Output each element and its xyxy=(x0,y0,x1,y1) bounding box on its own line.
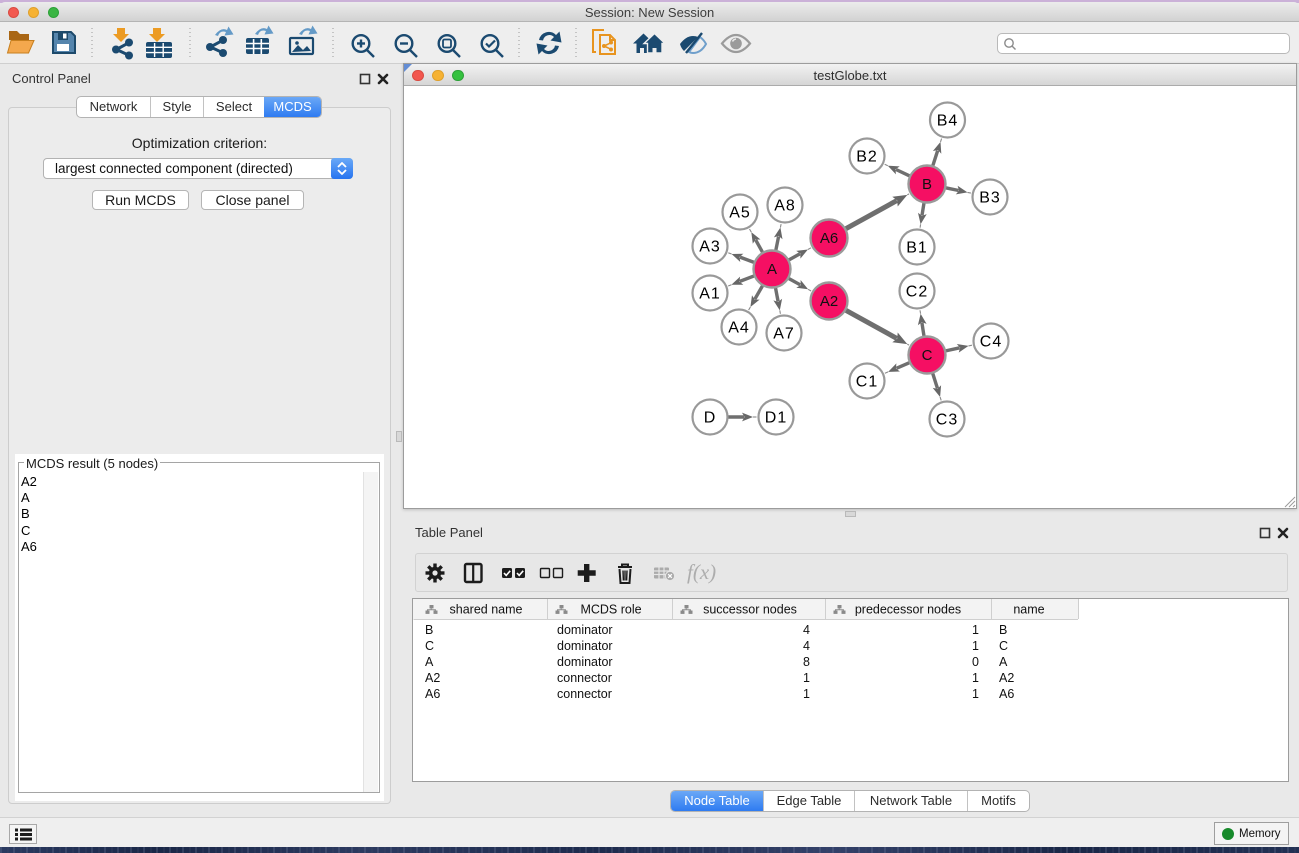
svg-text:A4: A4 xyxy=(728,320,750,337)
svg-text:1: 1 xyxy=(972,687,979,701)
svg-text:connector: connector xyxy=(557,671,612,685)
svg-text:B3: B3 xyxy=(979,190,1001,207)
svg-text:C: C xyxy=(425,639,434,653)
svg-text:C: C xyxy=(922,347,933,364)
svg-text:C3: C3 xyxy=(936,412,958,429)
svg-text:connector: connector xyxy=(557,687,612,701)
svg-text:1: 1 xyxy=(803,687,810,701)
svg-text:B: B xyxy=(922,176,932,193)
svg-text:A1: A1 xyxy=(699,286,721,303)
svg-text:A8: A8 xyxy=(774,198,796,215)
svg-text:A6: A6 xyxy=(999,687,1014,701)
svg-text:B1: B1 xyxy=(906,240,928,257)
svg-text:name: name xyxy=(1013,603,1044,617)
svg-text:dominator: dominator xyxy=(557,639,613,653)
svg-text:A3: A3 xyxy=(699,239,721,256)
svg-text:A7: A7 xyxy=(773,326,795,343)
svg-text:C2: C2 xyxy=(906,284,928,301)
svg-text:B: B xyxy=(999,623,1007,637)
svg-text:A2: A2 xyxy=(820,293,838,310)
svg-text:A: A xyxy=(999,655,1008,669)
svg-text:D: D xyxy=(704,410,717,427)
svg-text:1: 1 xyxy=(803,671,810,685)
svg-text:1: 1 xyxy=(972,623,979,637)
svg-text:A2: A2 xyxy=(425,671,440,685)
svg-text:successor nodes: successor nodes xyxy=(703,603,797,617)
svg-text:1: 1 xyxy=(972,671,979,685)
svg-text:0: 0 xyxy=(972,655,979,669)
svg-text:B2: B2 xyxy=(856,149,878,166)
svg-text:8: 8 xyxy=(803,655,810,669)
svg-text:A6: A6 xyxy=(425,687,440,701)
svg-text:dominator: dominator xyxy=(557,655,613,669)
svg-text:4: 4 xyxy=(803,623,810,637)
svg-text:A: A xyxy=(425,655,434,669)
svg-text:f(x): f(x) xyxy=(687,560,716,584)
svg-text:C: C xyxy=(999,639,1008,653)
svg-text:1: 1 xyxy=(972,639,979,653)
svg-text:4: 4 xyxy=(803,639,810,653)
svg-text:C1: C1 xyxy=(856,374,878,391)
svg-text:C4: C4 xyxy=(980,334,1002,351)
svg-text:shared name: shared name xyxy=(450,603,523,617)
svg-text:MCDS role: MCDS role xyxy=(580,603,641,617)
svg-text:D1: D1 xyxy=(765,410,787,427)
svg-text:B4: B4 xyxy=(937,113,959,130)
svg-text:B: B xyxy=(425,623,433,637)
svg-text:A2: A2 xyxy=(999,671,1014,685)
svg-text:A: A xyxy=(767,261,777,278)
svg-text:A6: A6 xyxy=(820,230,838,247)
svg-text:predecessor nodes: predecessor nodes xyxy=(855,603,961,617)
svg-text:A5: A5 xyxy=(729,205,751,222)
svg-text:dominator: dominator xyxy=(557,623,613,637)
